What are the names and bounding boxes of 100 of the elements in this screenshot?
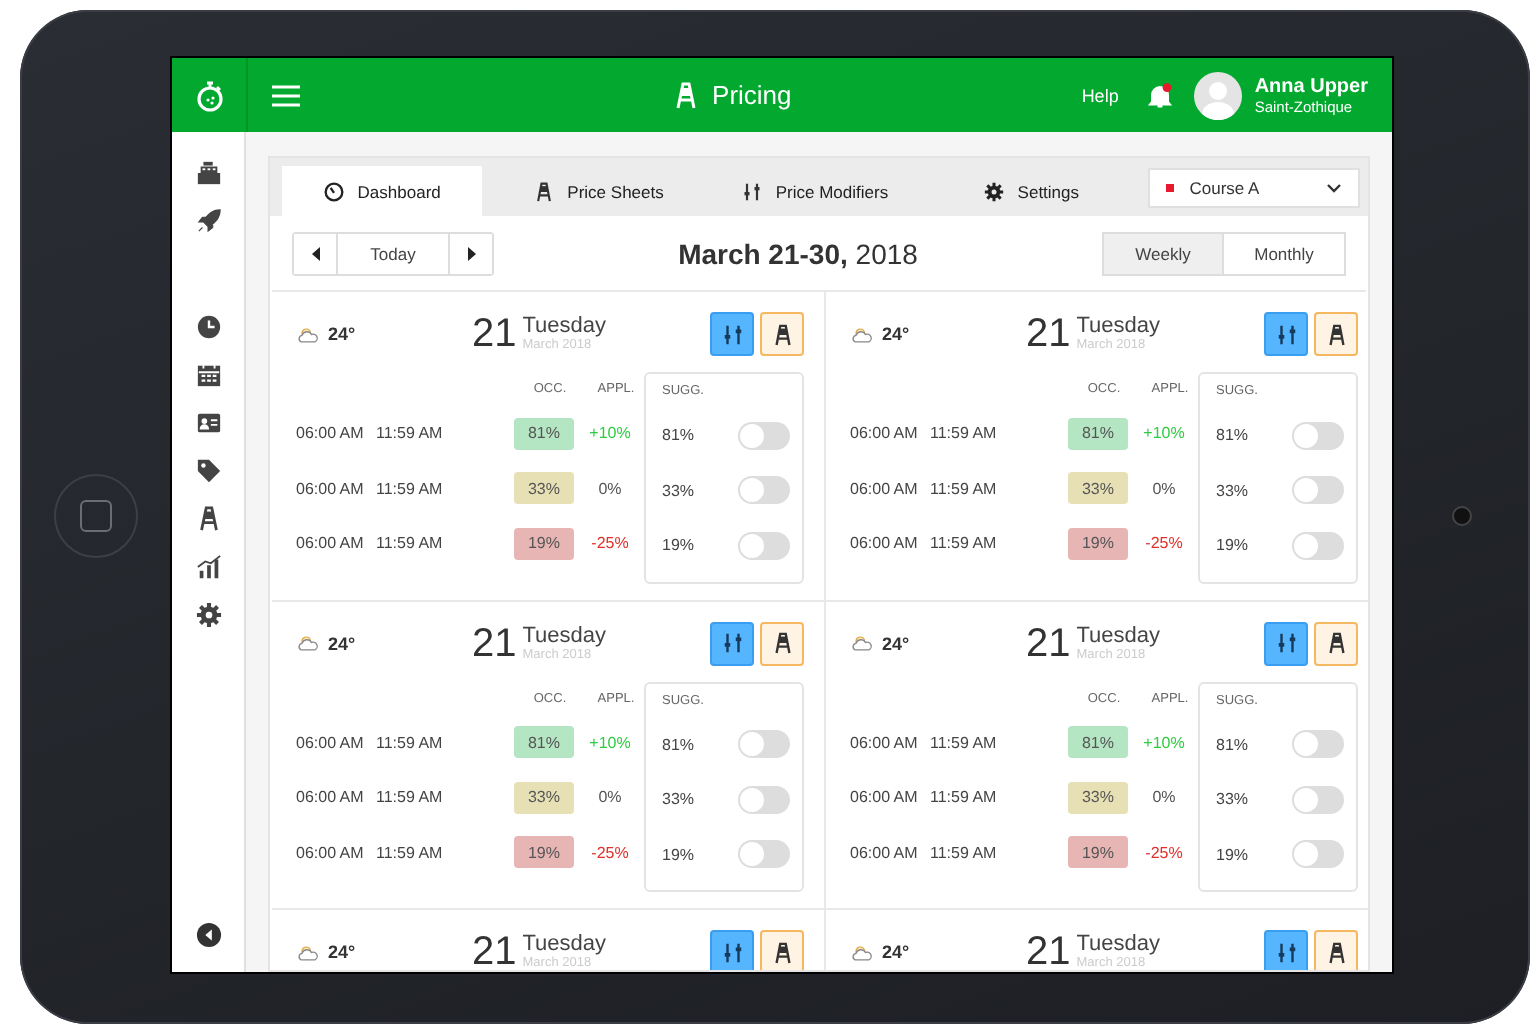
start-time: 06:00 AM: [296, 788, 366, 807]
tab[interactable]: Price Modifiers: [714, 166, 916, 216]
occupancy-badge: 33%: [1068, 781, 1128, 814]
day-number: 21: [1026, 312, 1071, 356]
end-time: 11:59 AM: [930, 424, 999, 443]
price-sheet-button[interactable]: [760, 930, 804, 970]
toggle-switch[interactable]: [1292, 730, 1344, 759]
price-sheet-button[interactable]: [760, 312, 804, 356]
toggle-switch[interactable]: [1292, 785, 1344, 814]
toggle-switch[interactable]: [738, 531, 790, 560]
modifiers-button[interactable]: [1264, 930, 1308, 970]
occupancy-badge: 81%: [514, 417, 574, 450]
toggle-switch[interactable]: [738, 421, 790, 450]
start-time: 06:00 AM: [296, 733, 366, 752]
occupancy-badge: 81%: [1068, 417, 1128, 450]
calendar-icon[interactable]: [195, 362, 221, 388]
end-time: 11:59 AM: [376, 534, 445, 553]
suggested-value: 81%: [1216, 735, 1249, 754]
price-sheet-button[interactable]: [760, 621, 804, 665]
toggle-switch[interactable]: [1292, 531, 1344, 560]
applied-change: 0%: [596, 788, 624, 807]
temperature: 24°: [882, 324, 910, 344]
occupancy-badge: 81%: [1068, 726, 1128, 759]
price-sign-icon: [771, 941, 793, 963]
toggle-switch[interactable]: [1292, 421, 1344, 450]
notification-bell-icon[interactable]: [1146, 81, 1175, 109]
modifiers-button[interactable]: [710, 312, 754, 356]
toggle-switch[interactable]: [738, 476, 790, 505]
tab[interactable]: Price Sheets: [498, 166, 699, 216]
suggested-value: 19%: [1216, 536, 1249, 555]
clock-icon[interactable]: [195, 314, 221, 340]
tag-icon[interactable]: [195, 458, 221, 484]
temperature: 24°: [882, 942, 910, 962]
sliders-icon: [721, 323, 743, 345]
modifiers-button[interactable]: [710, 930, 754, 970]
start-time: 06:00 AM: [296, 843, 366, 862]
weekday: Tuesday: [522, 625, 607, 647]
price-sheet-button[interactable]: [1314, 312, 1358, 356]
weekday: Tuesday: [522, 934, 607, 956]
sliders-icon: [1275, 323, 1297, 345]
price-sign-icon: [1325, 941, 1347, 963]
price-sign-icon: [1325, 632, 1347, 654]
temperature: 24°: [328, 324, 356, 344]
home-button[interactable]: [53, 473, 137, 557]
cash-register-icon[interactable]: [195, 160, 221, 186]
suggested-value: 81%: [1216, 426, 1249, 445]
price-sign-icon: [672, 81, 701, 109]
id-card-icon[interactable]: [195, 410, 221, 436]
modifiers-button[interactable]: [710, 621, 754, 665]
applied-change: +10%: [1141, 424, 1187, 443]
partly-cloudy-icon: [296, 634, 320, 652]
occupancy-badge: 19%: [514, 527, 574, 560]
price-sign-icon[interactable]: [195, 506, 221, 532]
modifiers-button[interactable]: [1264, 312, 1308, 356]
temperature: 24°: [328, 942, 356, 962]
bar-chart-icon[interactable]: [195, 554, 221, 580]
menu-icon[interactable]: [270, 79, 302, 111]
toggle-switch[interactable]: [738, 785, 790, 814]
sliders-icon: [721, 632, 743, 654]
end-time: 11:59 AM: [376, 843, 445, 862]
price-sheet-button[interactable]: [1314, 621, 1358, 665]
gear-icon[interactable]: [195, 602, 221, 628]
toggle-switch[interactable]: [738, 840, 790, 869]
tab[interactable]: Settings: [931, 166, 1132, 216]
temperature: 24°: [328, 633, 356, 653]
sliders-icon: [721, 941, 743, 963]
price-sheet-button[interactable]: [1314, 930, 1358, 970]
rocket-icon[interactable]: [195, 208, 221, 234]
end-time: 11:59 AM: [930, 534, 999, 553]
toggle-switch[interactable]: [1292, 476, 1344, 505]
modifiers-button[interactable]: [1264, 621, 1308, 665]
sliders-icon: [1275, 632, 1297, 654]
toggle-switch[interactable]: [738, 730, 790, 759]
applied-change: -25%: [1143, 534, 1185, 553]
today-button[interactable]: Today: [336, 234, 450, 274]
suggested-value: 81%: [662, 426, 695, 445]
applied-change: -25%: [1143, 843, 1185, 862]
start-time: 06:00 AM: [850, 534, 920, 553]
stopwatch-icon[interactable]: [193, 79, 225, 111]
user-name: Anna Upper: [1254, 75, 1368, 97]
view-toggle-button[interactable]: Weekly: [1104, 234, 1224, 274]
applied-change: +10%: [1141, 733, 1187, 752]
applied-change: +10%: [587, 424, 633, 443]
suggested-value: 19%: [1216, 845, 1249, 864]
avatar-icon[interactable]: [1194, 71, 1243, 119]
partly-cloudy-icon: [850, 943, 874, 961]
occupancy-badge: 33%: [514, 781, 574, 814]
suggested-value: 33%: [1216, 481, 1249, 500]
toggle-switch[interactable]: [1292, 840, 1344, 869]
page-title: Pricing: [712, 80, 792, 110]
course-dropdown[interactable]: Course A: [1147, 167, 1361, 207]
suggested-value: 33%: [662, 790, 695, 809]
collapse-icon[interactable]: [195, 922, 221, 948]
right-triangle-icon: [465, 246, 477, 262]
price-sign-icon: [771, 632, 793, 654]
sliders-icon: [1275, 941, 1297, 963]
day-number: 21: [472, 930, 517, 970]
price-sign-icon: [533, 181, 554, 201]
tab[interactable]: Dashboard: [282, 166, 483, 216]
end-time: 11:59 AM: [930, 479, 999, 498]
